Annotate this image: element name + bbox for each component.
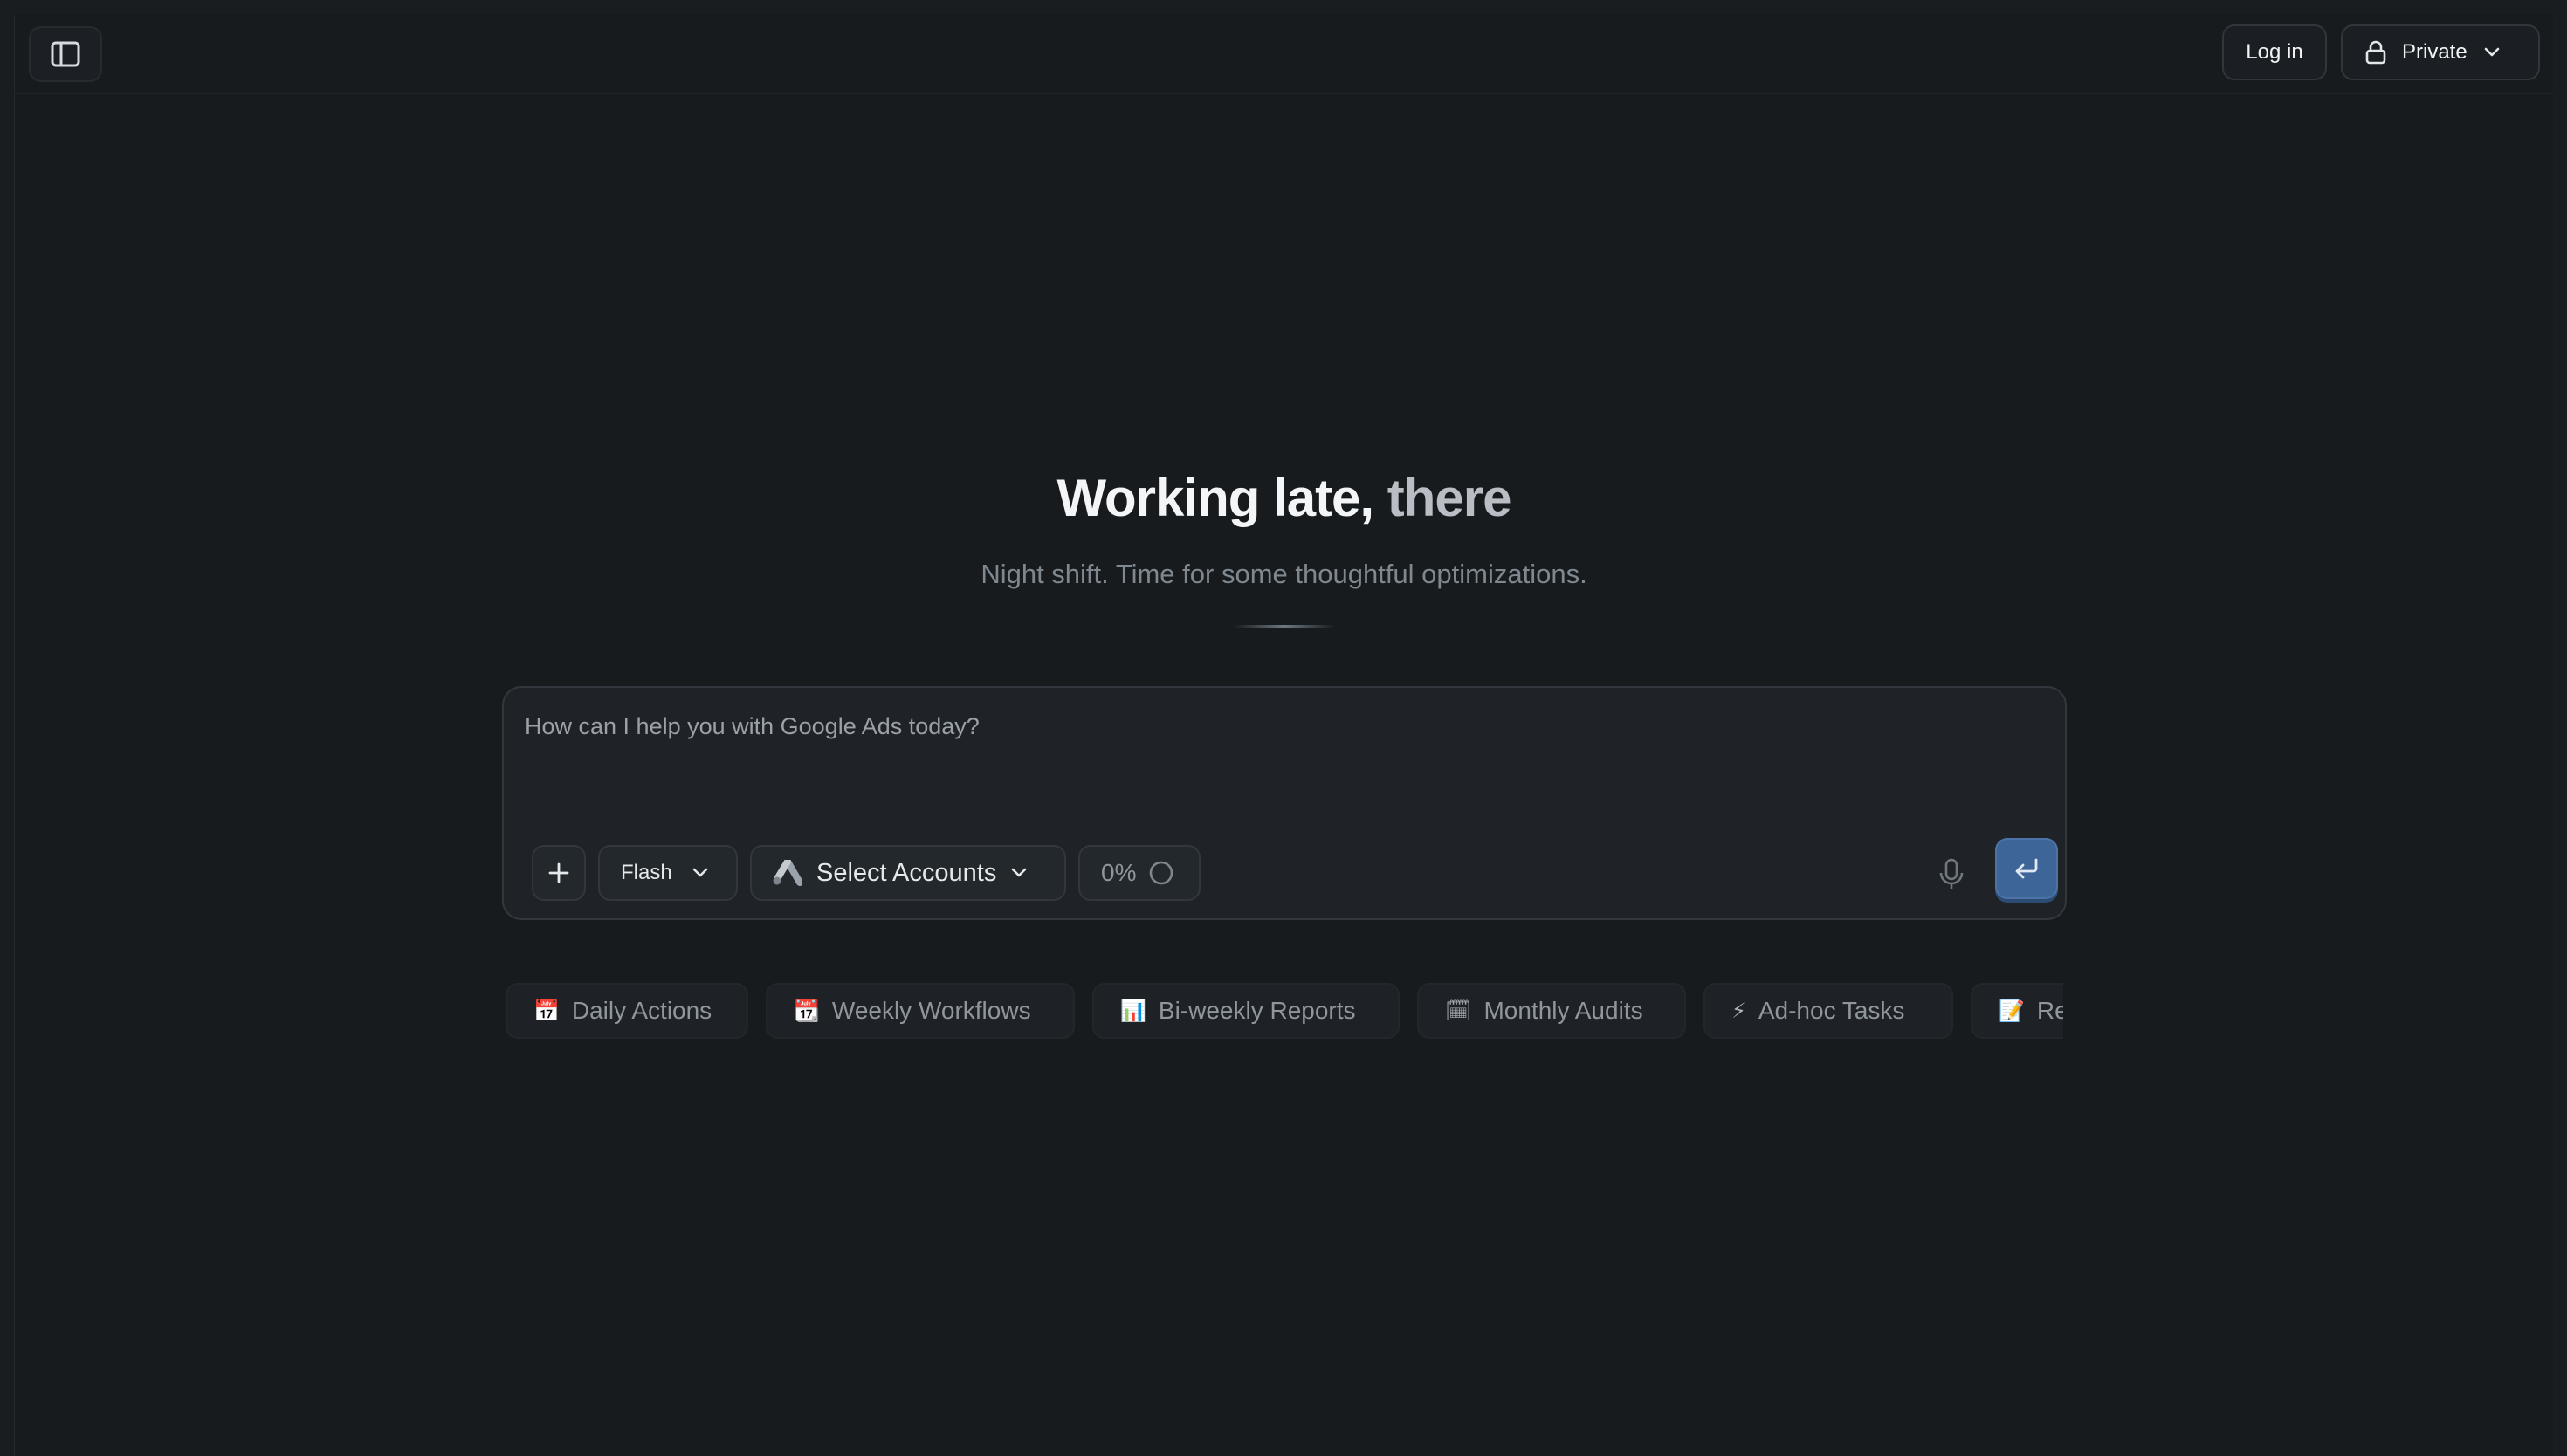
suggestion-chips: 📅 Daily Actions 📆 Weekly Workflows 📊 Bi-… [506,971,2063,1040]
chevron-down-icon [692,868,707,877]
chip-label: Daily Actions [571,997,712,1024]
privacy-dropdown[interactable]: Private [2341,24,2540,80]
page-title: Working late, there [15,468,2553,528]
usage-indicator[interactable]: 0% [1078,845,1201,901]
progress-ring-icon [1150,861,1173,885]
top-bar: Log in Private [15,14,2553,94]
accounts-label: Select Accounts [816,858,997,887]
prompt-input[interactable] [525,709,2009,744]
memo-icon: 📝 [1999,999,2025,1023]
chip-daily-actions[interactable]: 📅 Daily Actions [506,983,748,1039]
microphone-icon[interactable] [1936,857,1967,892]
google-ads-logo-icon [773,860,802,886]
chevron-down-icon [2484,47,2500,57]
model-select[interactable]: Flash [598,845,738,901]
chip-label: Weekly Workflows [831,997,1031,1024]
app-frame: Log in Private Working late, there Night… [14,14,2553,1456]
send-button[interactable] [1995,838,2058,899]
chip-adhoc-tasks[interactable]: ⚡ Ad-hoc Tasks [1703,983,1953,1039]
enter-return-icon [2015,858,2038,879]
select-accounts-dropdown[interactable]: Select Accounts [750,845,1066,901]
chip-reports-truncated[interactable]: 📝 Re [1971,983,2063,1039]
prompt-composer: Flash Select Accounts 0% [502,686,2067,920]
chip-label: Re [2036,997,2063,1024]
privacy-label: Private [2402,40,2467,64]
sidebar-toggle-icon [51,41,80,67]
login-button[interactable]: Log in [2222,24,2327,80]
usage-percent: 0% [1101,859,1137,886]
chip-monthly-audits[interactable]: 🗓 Monthly Audits [1417,983,1686,1039]
lock-icon [2365,40,2386,65]
title-divider [1234,625,1335,628]
model-label: Flash [621,861,672,884]
calendar-icon: 📆 [794,999,820,1023]
chip-label: Ad-hoc Tasks [1758,997,1905,1024]
login-label: Log in [2246,40,2303,64]
chip-label: Bi-weekly Reports [1158,997,1356,1024]
sidebar-toggle-button[interactable] [29,26,102,82]
chip-biweekly-reports[interactable]: 📊 Bi-weekly Reports [1092,983,1400,1039]
calendar-icon: 🗓 [1445,999,1472,1023]
chip-label: Monthly Audits [1483,997,1643,1024]
plus-icon [548,862,569,883]
title-part-2: there [1387,469,1512,527]
add-attachment-button[interactable] [532,845,586,901]
bar-chart-icon: 📊 [1120,999,1146,1023]
lightning-icon: ⚡ [1731,999,1746,1023]
calendar-icon: 📅 [533,999,560,1023]
chip-weekly-workflows[interactable]: 📆 Weekly Workflows [766,983,1075,1039]
title-part-1: Working late, [1056,469,1374,527]
chevron-down-icon [1012,868,1027,877]
page-subtitle: Night shift. Time for some thoughtful op… [981,559,1587,589]
